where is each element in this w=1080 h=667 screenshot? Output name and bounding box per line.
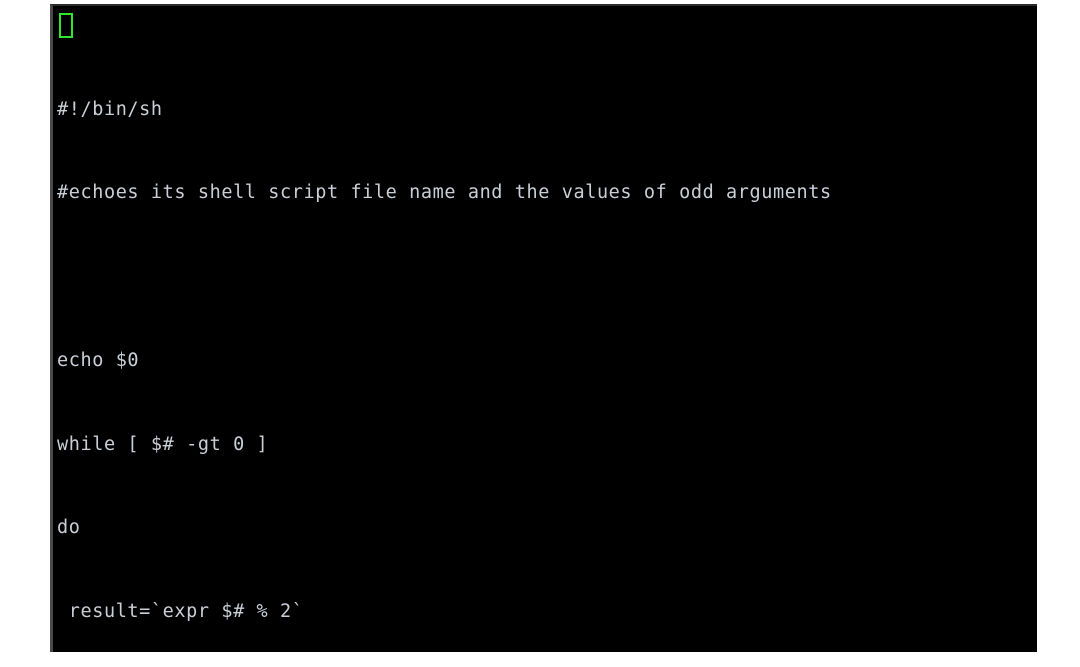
code-line: #!/bin/sh bbox=[57, 98, 163, 120]
terminal-screen[interactable]: #!/bin/sh #echoes its shell script file … bbox=[53, 6, 1037, 652]
code-line: while [ $# -gt 0 ] bbox=[57, 433, 269, 455]
code-line: echo $0 bbox=[57, 349, 140, 371]
code-line: result=`expr $# % 2` bbox=[57, 600, 304, 622]
code-line: #echoes its shell script file name and t… bbox=[57, 182, 832, 204]
code-line: do bbox=[57, 517, 81, 539]
terminal-window[interactable]: #!/bin/sh #echoes its shell script file … bbox=[50, 4, 1037, 652]
screenshot-root: #!/bin/sh #echoes its shell script file … bbox=[0, 0, 1080, 667]
